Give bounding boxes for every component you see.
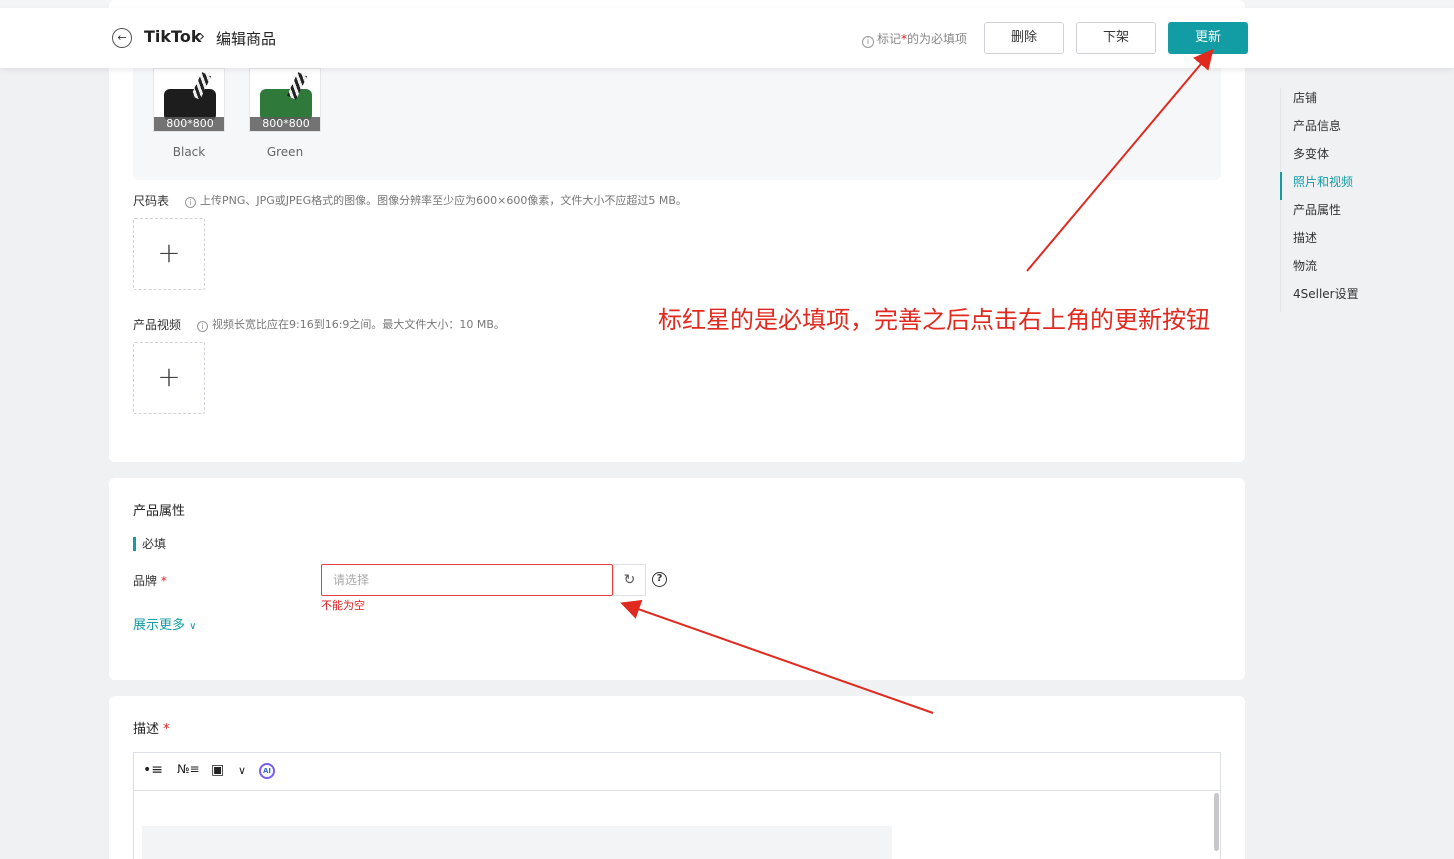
editor-toolbar: •≡ №≡ ▣ ∨ AI [134,753,1220,791]
size-chart-hint-text: 上传PNG、JPG或JPEG格式的图像。图像分辨率至少应为600×600像素，文… [200,194,687,207]
back-arrow-icon[interactable]: ← [112,28,132,48]
description-editor[interactable]: •≡ №≡ ▣ ∨ AI [133,752,1221,859]
chevron-down-icon[interactable]: ∨ [238,764,246,777]
info-icon: i [197,321,208,332]
description-title-text: 描述 [133,722,160,737]
page-header: ← TikTok › 编辑商品 i 标记*的为必填项 删除 下架 更新 [0,8,1454,68]
video-hint-text: 视频长宽比应在9:16到16:9之间。最大文件大小：10 MB。 [212,318,505,331]
required-star: * [163,722,170,737]
variant-image-green[interactable]: 800*800 [249,68,321,132]
image-dimension: 800*800 [250,117,320,131]
info-icon: i [185,197,196,208]
video-label: 产品视频 [133,318,182,332]
size-chart-hint: i 上传PNG、JPG或JPEG格式的图像。图像分辨率至少应为600×600像素，… [185,192,687,208]
required-group-tag: 必填 [133,537,166,551]
video-hint: i 视频长宽比应在9:16到16:9之间。最大文件大小：10 MB。 [197,316,505,332]
bullet-list-icon[interactable]: •≡ [143,762,163,778]
attributes-title: 产品属性 [133,504,186,519]
anchor-item-attributes[interactable]: 产品属性 [1280,200,1440,228]
brand-label: 品牌 * [133,572,167,589]
variant-name: Green [266,145,304,159]
variant-name: Black [172,145,206,159]
offshelf-button[interactable]: 下架 [1076,22,1156,54]
refresh-icon[interactable]: ↻ [613,564,646,596]
brand-error: 不能为空 [321,599,365,612]
breadcrumb-separator-icon: › [199,27,205,45]
anchor-item-logistics[interactable]: 物流 [1280,256,1440,284]
attributes-card [109,478,1245,680]
size-chart-upload-button[interactable]: + [133,218,205,290]
anchor-item-description[interactable]: 描述 [1280,228,1440,256]
annotation-text: 标红星的是必填项，完善之后点击右上角的更新按钮 [658,306,1210,334]
anchor-item-photos-videos[interactable]: 照片和视频 [1280,172,1440,200]
required-hint: i 标记*的为必填项 [862,30,967,48]
variant-image-black[interactable]: 800*800 [153,68,225,132]
help-icon[interactable]: ? [652,572,667,587]
anchor-item-variants[interactable]: 多变体 [1280,144,1440,172]
update-button[interactable]: 更新 [1168,22,1248,54]
image-icon[interactable]: ▣ [211,762,224,778]
delete-button[interactable]: 删除 [984,22,1064,54]
brand-label-text: 品牌 [133,574,158,588]
section-anchor-nav: 店铺 产品信息 多变体 照片和视频 产品属性 描述 物流 4Seller设置 [1280,88,1440,312]
hint-suffix: 的为必填项 [907,32,968,46]
brand-select[interactable]: 请选择 [321,564,613,596]
anchor-item-product-info[interactable]: 产品信息 [1280,116,1440,144]
show-more-link[interactable]: 展示更多 ∨ [133,614,196,633]
required-star: * [160,574,167,588]
scrollbar[interactable] [1214,793,1219,851]
chevron-down-icon: ∨ [189,621,197,632]
ai-icon[interactable]: AI [259,763,275,779]
image-dimension: 800*800 [154,117,224,131]
hint-prefix: 标记 [877,32,902,46]
anchor-item-4seller-settings[interactable]: 4Seller设置 [1280,284,1440,312]
show-more-text: 展示更多 [133,618,186,633]
size-chart-label: 尺码表 [133,194,170,208]
anchor-item-shop[interactable]: 店铺 [1280,88,1440,116]
editor-content-block [142,826,892,859]
info-icon: i [862,36,874,48]
breadcrumb-page: 编辑商品 [216,30,277,48]
numbered-list-icon[interactable]: №≡ [177,762,200,776]
breadcrumb-app[interactable]: TikTok [144,27,201,46]
description-title: 描述 * [133,718,170,737]
video-upload-button[interactable]: + [133,342,205,414]
